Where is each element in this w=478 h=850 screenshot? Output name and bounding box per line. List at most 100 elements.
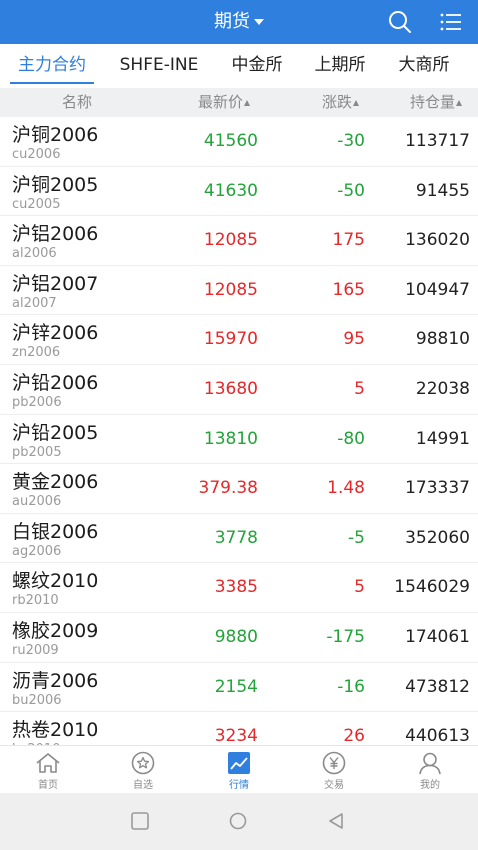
quote-row[interactable]: 沪铝2006 al2006 12085 175 136020 [0,216,478,266]
open-interest: 352060 [405,527,470,548]
contract-code: pb2006 [12,394,62,410]
col-price-label: 最新价 [198,93,244,111]
tab-main-contracts[interactable]: 主力合约 [8,44,96,88]
star-icon [131,751,155,775]
col-oi-sort[interactable]: 持仓量 [410,88,463,117]
contract-name: 沪锌2006 [12,322,99,345]
list-menu-icon[interactable] [437,8,465,36]
last-price: 13810 [203,428,258,449]
search-icon[interactable] [386,8,414,36]
open-interest: 91455 [415,180,470,201]
quote-row[interactable]: 沪铝2007 al2007 12085 165 104947 [0,265,478,316]
contract-code: cu2005 [12,196,61,212]
price-change: -80 [337,428,365,449]
contract-name: 沪铜2006 [12,124,99,146]
contract-code: rb2010 [12,593,59,609]
sort-icon [353,100,360,106]
price-change: 95 [343,329,365,350]
caret-down-icon [254,19,264,25]
last-price: 9880 [214,626,258,647]
nav-label: 首页 [38,780,58,791]
nav-watchlist[interactable]: 自选 [95,746,191,794]
open-interest: 98810 [415,329,470,350]
tab-dce[interactable]: 大商所 [389,44,459,88]
tab-label: 主力合约 [18,55,86,75]
quote-row[interactable]: 沪铅2006 pb2006 13680 5 22038 [0,364,478,415]
contract-name: 沪铜2005 [12,173,99,196]
col-price-sort[interactable]: 最新价 [198,88,251,117]
recent-apps-icon[interactable] [130,811,150,831]
contract-name: 热卷2010 [12,719,99,742]
nav-home[interactable]: 首页 [0,746,96,794]
contract-name: 黄金2006 [12,471,99,494]
open-interest: 173337 [405,478,470,499]
page-title: 期货 [214,11,250,32]
contract-code: au2006 [12,494,62,510]
tab-label: SHFE-INE [119,55,199,75]
open-interest: 14991 [415,428,470,449]
tab-label: 上期所 [314,55,366,75]
quote-row[interactable]: 沪铜2005 cu2005 41630 -50 91455 [0,166,478,217]
last-price: 13680 [203,378,258,399]
quote-row[interactable]: 橡胶2009 ru2009 9880 -175 174061 [0,612,478,663]
open-interest: 174061 [405,626,470,647]
contract-name: 沪铅2006 [12,371,99,394]
contract-code: ru2009 [12,642,59,658]
quote-row[interactable]: 螺纹2010 rb2010 3385 5 1546029 [0,563,478,613]
top-bar: 期货 [0,0,478,44]
back-icon[interactable] [326,811,346,831]
quote-row[interactable]: 热卷2010hc2010323426440613 [0,712,478,745]
nav-quotes[interactable]: 行情 [191,746,287,794]
price-change: 26 [343,726,365,745]
exchange-tabs: 主力合约 SHFE-INE 中金所 上期所 大商所 [0,44,478,88]
contract-code: cu2006 [12,147,61,162]
price-change: -50 [337,180,365,201]
nav-label: 行情 [229,780,249,791]
chart-icon [228,752,250,774]
tab-label: 中金所 [231,55,283,75]
system-nav-bar [0,793,478,850]
tab-shfe-ine[interactable]: SHFE-INE [110,44,208,88]
quote-row[interactable]: 白银2006 ag2006 3778 -5 352060 [0,513,478,564]
nav-label: 我的 [420,780,440,791]
col-change-sort[interactable]: 涨跌 [322,88,360,117]
home-icon [36,753,60,773]
open-interest: 113717 [405,131,470,151]
last-price: 15970 [203,329,258,350]
open-interest: 136020 [405,230,470,251]
quote-row[interactable]: 沪铅2005 pb2005 13810 -80 14991 [0,414,478,465]
nav-profile[interactable]: 我的 [382,746,478,794]
contract-code: zn2006 [12,345,61,361]
last-price: 3778 [214,527,258,548]
quote-list[interactable]: 沪铜2006 cu2006 41560 -30 113717 沪铜2005 cu2005 41… [0,117,478,745]
contract-name: 螺纹2010 [12,570,99,593]
last-price: 2154 [214,676,258,697]
sort-icon [244,100,251,106]
yen-icon [322,751,346,775]
contract-name: 沪铝2006 [12,223,99,246]
futures-app: 期货 主力合约 SHFE-INE 中金所 上期所 大商所 名称 最新价 涨跌 持… [0,0,478,850]
price-change: 5 [354,378,365,399]
nav-trade[interactable]: 交易 [286,746,382,794]
price-change: 165 [332,279,365,300]
home-button-icon[interactable] [228,811,248,831]
contract-name: 沥青2006 [12,669,99,692]
contract-code: bu2006 [12,692,62,708]
contract-name: 沪铝2007 [12,272,99,295]
open-interest: 22038 [415,378,470,399]
quote-row[interactable]: 黄金2006 au2006 379.38 1.48 173337 [0,464,478,514]
last-price: 12085 [203,230,258,251]
contract-code: al2007 [12,295,57,311]
last-price: 41560 [203,131,258,151]
contract-name: 橡胶2009 [12,619,99,642]
price-change: 5 [354,577,365,598]
price-change: 1.48 [327,478,365,499]
tab-cffex[interactable]: 中金所 [222,44,292,88]
col-change-label: 涨跌 [322,93,353,111]
quote-row[interactable]: 沪铜2006 cu2006 41560 -30 113717 [0,117,478,167]
quote-row[interactable]: 沪锌2006 zn2006 15970 95 98810 [0,315,478,365]
quote-row[interactable]: 沥青2006 bu2006 2154 -16 473812 [0,662,478,713]
open-interest: 1546029 [394,577,470,598]
last-price: 3385 [214,577,258,598]
tab-shfe[interactable]: 上期所 [305,44,375,88]
